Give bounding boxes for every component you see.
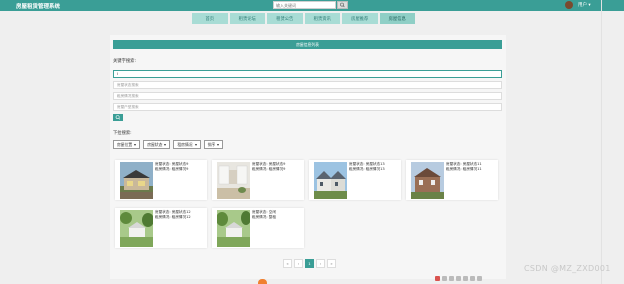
page-current[interactable]: 1 [305,259,314,268]
nav-house-info[interactable]: 房屋信息 [378,12,416,25]
card-rent: 租房情况: 租房情况13 [349,167,385,171]
filter-label: 排序 [207,141,216,147]
watermark: CSDN @MZ_ZXD001 [524,264,611,273]
card-text: 房屋状态: 空闲 租房情况: 整租 [252,210,276,220]
caret-down-icon [164,143,167,146]
search-box[interactable] [273,1,336,9]
nav-notice[interactable]: 租赁公告 [266,12,304,25]
house-photo [217,210,250,247]
house-card[interactable]: 房屋状态: 房屋状态13 租房情况: 租房情况13 [309,160,401,200]
card-rent: 租房情况: 整租 [252,215,276,219]
card-text: 房屋状态: 房屋状态9 租房情况: 租房情况9 [252,162,285,172]
nav-news[interactable]: 租赁资讯 [303,12,341,25]
search-icon [340,2,345,8]
card-text: 房屋状态: 房屋状态11 租房情况: 租房情况11 [446,162,482,172]
keyword-search-label: 关键字搜索: [113,59,136,64]
filter-status[interactable]: 房屋状态 [143,140,171,149]
house-status-input[interactable]: 房屋状态搜索 [113,81,502,89]
card-rent: 租房情况: 租房情况9 [155,167,189,171]
user-menu[interactable]: 用户 ▾ [578,2,591,8]
card-text: 房屋状态: 房屋状态9 租房情况: 租房情况9 [155,162,188,172]
dropdown-search-label: 下拉搜索: [113,131,132,136]
tray-icon[interactable] [477,276,482,281]
card-rent: 租房情况: 租房情况12 [155,215,191,219]
filter-sort[interactable]: 排序 [203,140,224,149]
search-icon [115,115,121,120]
avatar[interactable] [565,1,573,9]
house-photo [314,162,347,199]
brand-title: 房屋租赁管理系统 [16,4,61,10]
page-last-button[interactable]: » [327,259,336,268]
house-photo [120,210,153,247]
house-card[interactable]: 房屋状态: 房屋状态12 租房情况: 租房情况12 [115,208,207,248]
panel-title: 房屋信息列表 [113,40,502,49]
tray-icon[interactable] [463,276,468,281]
search-submit-button[interactable] [113,114,123,121]
filter-label: 房屋状态 [147,141,163,147]
page-next-button[interactable]: › [316,259,325,268]
pagination: « ‹ 1 › » [283,259,336,268]
filter-label: 房屋位置 [117,141,133,147]
caret-down-icon [134,143,137,146]
filter-label: 租房情况 [177,141,193,147]
search-input[interactable] [274,2,335,8]
filter-location[interactable]: 房屋位置 [113,140,141,149]
nav-recommend[interactable]: 房屋推荐 [341,12,379,25]
house-photo [120,162,153,199]
card-rent: 租房情况: 租房情况9 [252,167,286,171]
house-photo [411,162,444,199]
caret-down-icon [194,143,197,146]
system-tray [435,276,482,281]
nav-home[interactable]: 首页 [191,12,229,25]
main-nav: 首页 租赁论坛 租赁公告 租赁资讯 房屋推荐 房屋信息 [191,12,416,25]
divider [601,0,602,284]
nav-forum[interactable]: 租赁论坛 [228,12,266,25]
house-type-input[interactable]: 房屋户型搜索 [113,103,502,111]
card-text: 房屋状态: 房屋状态12 租房情况: 租房情况12 [155,210,191,220]
search-button[interactable] [337,1,348,9]
card-text: 房屋状态: 房屋状态13 租房情况: 租房情况13 [349,162,385,172]
filter-rent[interactable]: 租房情况 [173,140,201,149]
caret-down-icon [217,143,220,146]
tray-icon[interactable] [435,276,440,281]
keyword-input[interactable]: I [113,70,502,78]
tray-icon[interactable] [442,276,447,281]
page-first-button[interactable]: « [283,259,292,268]
tray-icon[interactable] [449,276,454,281]
house-card[interactable]: 房屋状态: 空闲 租房情况: 整租 [212,208,304,248]
house-card[interactable]: 房屋状态: 房屋状态9 租房情况: 租房情况9 [212,160,304,200]
taskbar-tab[interactable] [258,279,267,284]
rent-status-input[interactable]: 租房情况搜索 [113,92,502,100]
house-card[interactable]: 房屋状态: 房屋状态11 租房情况: 租房情况11 [406,160,498,200]
tray-icon[interactable] [470,276,475,281]
house-card[interactable]: 房屋状态: 房屋状态9 租房情况: 租房情况9 [115,160,207,200]
card-rent: 租房情况: 租房情况11 [446,167,482,171]
house-photo [217,162,250,199]
filter-row: 房屋位置 房屋状态 租房情况 排序 [113,140,224,149]
tray-icon[interactable] [456,276,461,281]
page-prev-button[interactable]: ‹ [294,259,303,268]
